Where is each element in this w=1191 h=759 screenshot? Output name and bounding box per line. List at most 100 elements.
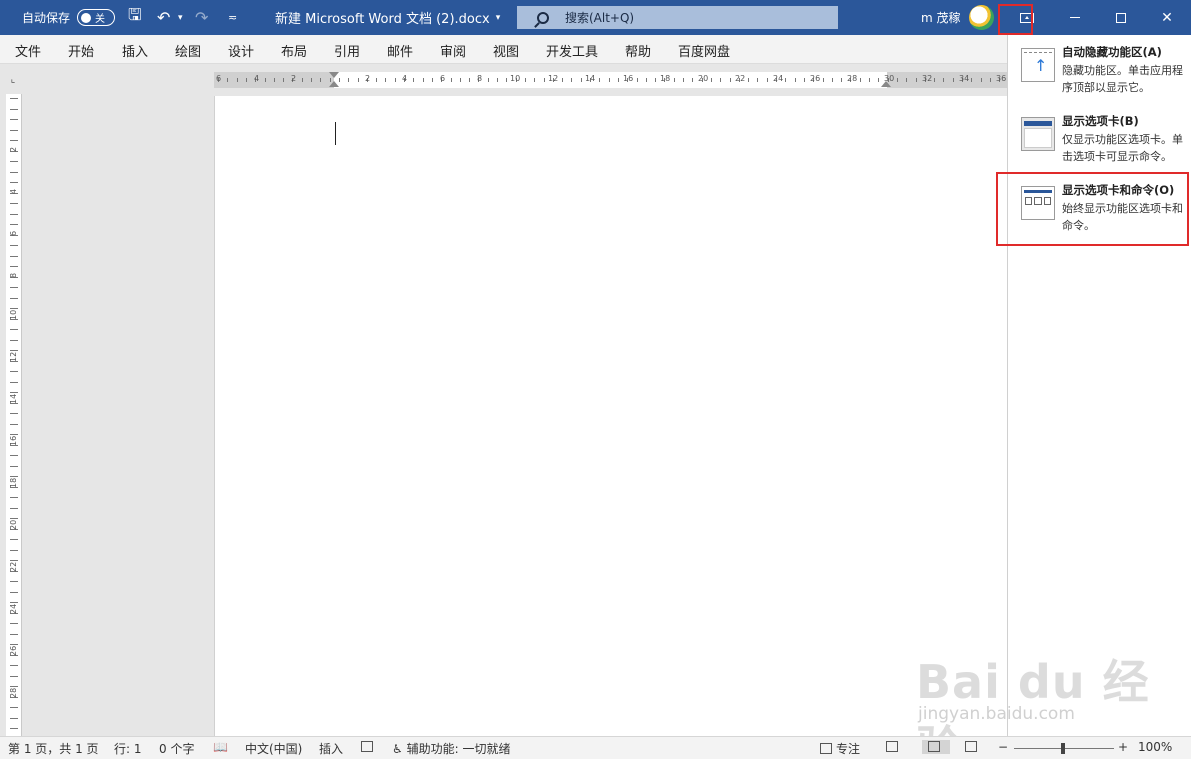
ruler-tick [450,78,452,82]
tab-4[interactable]: 设计 [228,41,254,60]
menu-item-title: 显示选项卡(B) [1062,114,1139,128]
avatar[interactable] [969,5,994,30]
ribbon-display-options-menu: ↑ 自动隐藏功能区(A) 隐藏功能区。单击应用程 序顶部以显示它。 显示选项卡(… [1007,35,1191,736]
word-count[interactable]: 0 个字 [159,740,194,757]
icon-bar [1024,52,1052,55]
tab-0[interactable]: 文件 [15,41,41,60]
ruler-tick [10,465,18,467]
ruler-tick [431,78,433,82]
redo-icon[interactable]: ↷ [195,0,208,35]
document-title[interactable]: 新建 Microsoft Word 文档 (2).docx ▾ [275,0,500,35]
zoom-in-button[interactable]: + [1118,740,1128,754]
ruler-label: 2 [291,74,297,83]
ruler-tick [10,255,18,257]
ruler-tick [534,78,536,82]
menu-item-desc-line: 序顶部以显示它。 [1062,81,1150,94]
auto-hide-ribbon-icon: ↑ [1021,48,1055,82]
search-input[interactable]: 搜索(Alt+Q) [517,6,838,29]
menu-item-auto-hide-ribbon[interactable]: ↑ 自动隐藏功能区(A) 隐藏功能区。单击应用程 序顶部以显示它。 [1021,44,1191,104]
ruler-label: 18 [9,477,18,488]
tab-6[interactable]: 引用 [334,41,360,60]
accessibility-status[interactable]: ♿ 辅助功能: 一切就绪 [392,740,510,757]
macro-icon[interactable] [361,740,377,754]
icon-body [1024,128,1052,148]
user-name[interactable]: m 茂稼 [921,0,961,35]
maximize-icon [1116,12,1126,23]
save-icon[interactable]: 🖫 [128,0,142,35]
ruler-tick [469,78,471,82]
vertical-ruler[interactable]: 2 4 6 8 10 12 14 16 18 20 22 24 26 28 [6,94,22,736]
ruler-label: 26 [9,645,18,656]
document-page[interactable] [214,96,1007,736]
ruler-label: 20 [698,74,709,83]
ruler-tick [10,581,18,582]
read-mode-icon[interactable] [886,740,902,754]
tab-7[interactable]: 邮件 [387,41,413,60]
ruler-label: 16 [9,435,18,446]
tab-1[interactable]: 开始 [68,41,94,60]
web-layout-icon[interactable] [965,740,981,754]
ruler-tick [636,78,638,82]
ruler-tick [10,423,18,425]
indent-marker[interactable] [329,81,339,87]
ruler-tick [720,78,722,82]
customize-qat-icon[interactable]: ≂ [228,0,237,35]
tab-5[interactable]: 布局 [281,41,307,60]
ruler-tick [766,78,768,82]
insert-mode[interactable]: 插入 [319,740,343,757]
tab-3[interactable]: 绘图 [175,41,201,60]
proofing-icon[interactable]: 📖 [213,740,228,754]
ruler-label: 18 [660,74,671,83]
search-placeholder: 搜索(Alt+Q) [565,11,635,25]
ruler-tick [338,78,340,82]
ruler-tick [748,78,750,82]
menu-item-show-tabs[interactable]: 显示选项卡(B) 仅显示功能区选项卡。单 击选项卡可显示命令。 [1021,113,1191,173]
ruler-label: 10 [9,309,18,320]
tab-11[interactable]: 帮助 [625,41,651,60]
ruler-label: 8 [477,74,483,83]
icon-bar [1024,121,1052,126]
ruler-tick [794,78,796,82]
ruler-label: 26 [810,74,821,83]
zoom-out-button[interactable]: − [998,740,1008,754]
ruler-label: 12 [548,74,559,83]
undo-icon[interactable]: ↶ [157,0,170,35]
ruler-tick [915,78,917,82]
ruler-tick [264,78,266,82]
tab-selector-icon[interactable]: ⌞ [6,72,20,86]
indent-marker[interactable] [881,81,891,87]
ruler-tick [10,329,18,330]
autosave-toggle[interactable]: 关 [77,9,115,26]
ruler-label: 32 [922,74,933,83]
undo-dropdown-icon[interactable]: ▾ [178,0,183,35]
tab-9[interactable]: 视图 [493,41,519,60]
ruler-tick [357,78,359,82]
zoom-level[interactable]: 100% [1138,740,1172,754]
ruler-label: 22 [9,561,18,572]
ruler-tick [245,78,247,82]
tab-8[interactable]: 审阅 [440,41,466,60]
ruler-tick [236,78,238,82]
indent-marker[interactable] [329,72,339,78]
tab-12[interactable]: 百度网盘 [678,41,730,60]
maximize-button[interactable] [1098,0,1144,35]
horizontal-ruler[interactable]: 6 4 2 2 4 6 8 10 12 14 16 18 20 22 24 26 28 30 32 34 36 [214,72,1007,88]
menu-item-title: 自动隐藏功能区(A) [1062,45,1162,59]
ruler-label: 6 [440,74,446,83]
ruler-tick [10,455,18,456]
zoom-slider-thumb[interactable] [1061,743,1065,754]
ruler-tick [348,78,350,82]
ruler-tick [943,78,945,82]
ruler-tick [10,129,18,131]
ruler-tick [10,497,18,498]
language[interactable]: 中文(中国) [245,740,302,757]
ruler-tick [10,339,18,341]
focus-mode[interactable]: 专注 [820,740,860,757]
print-layout-icon[interactable] [922,740,950,754]
tab-10[interactable]: 开发工具 [546,41,598,60]
page-count[interactable]: 第 1 页，共 1 页 [8,740,99,757]
minimize-button[interactable] [1052,0,1098,35]
tab-2[interactable]: 插入 [122,41,148,60]
close-icon: ✕ [1161,9,1173,26]
close-button[interactable]: ✕ [1144,0,1190,35]
